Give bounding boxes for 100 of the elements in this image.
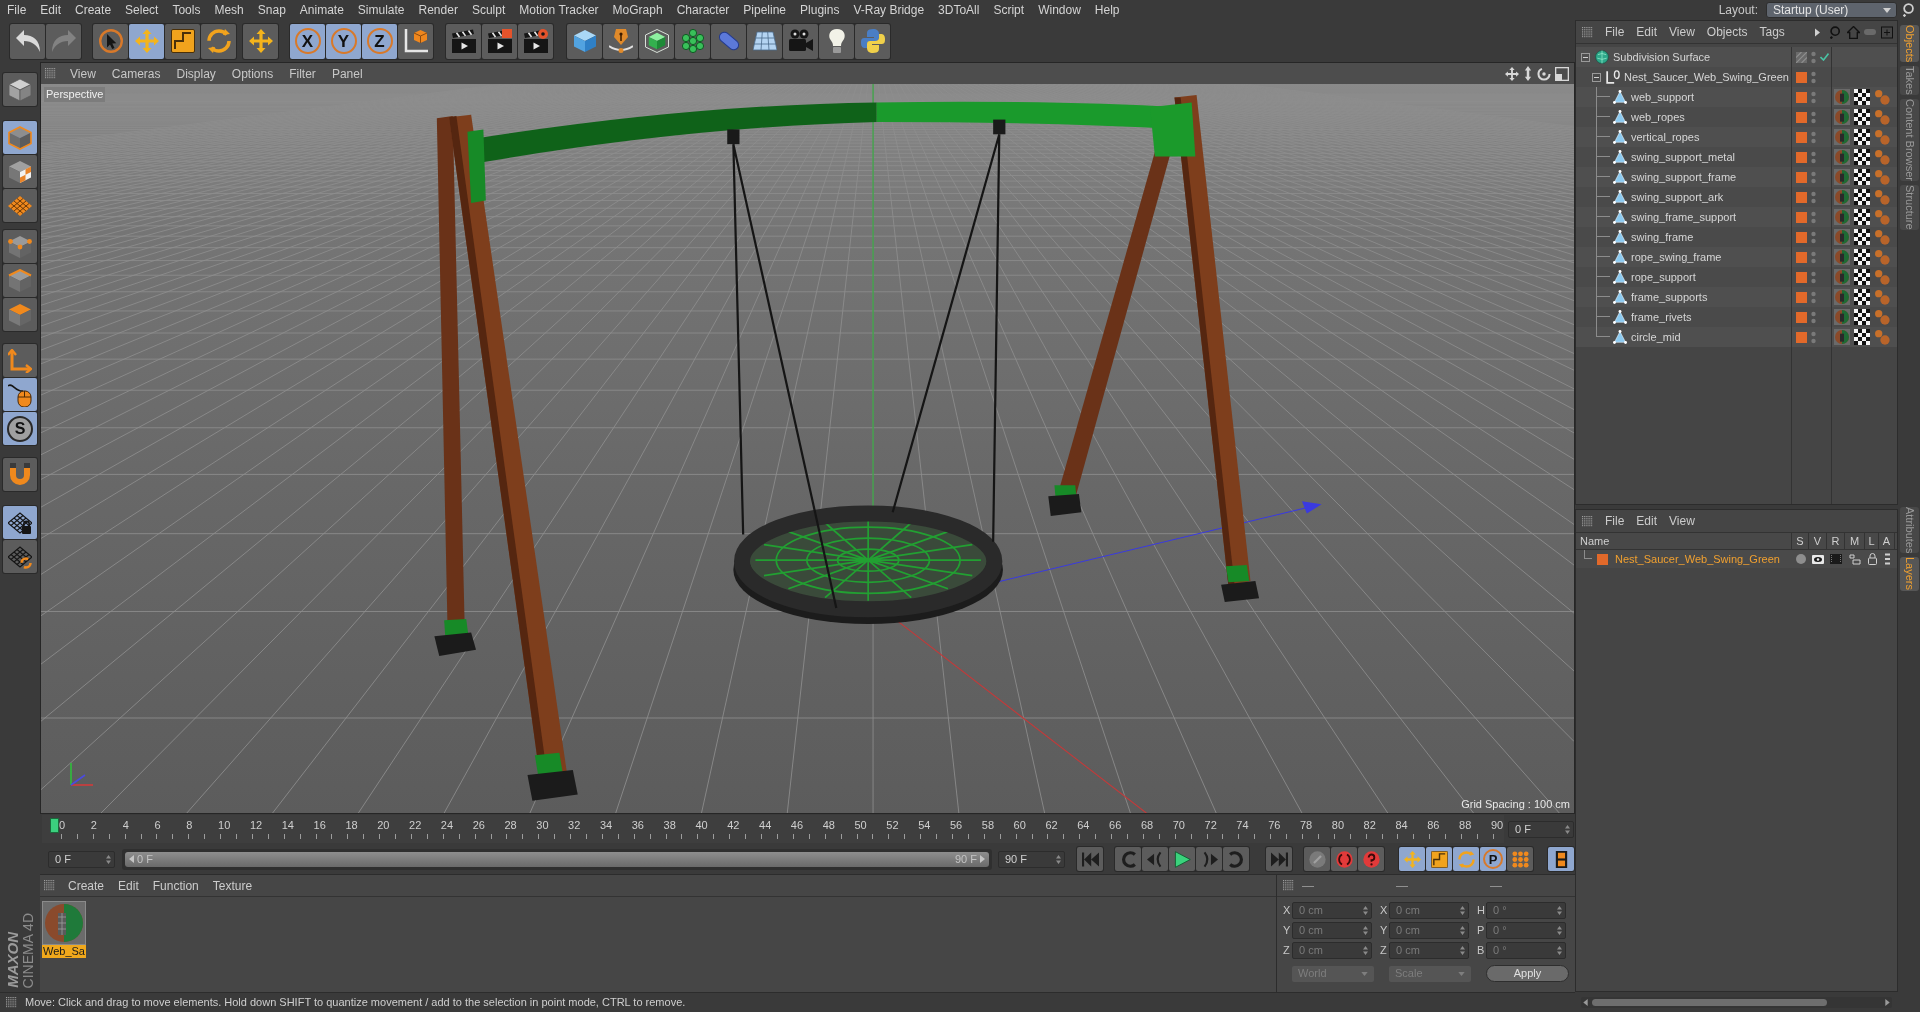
menu-item[interactable]: Filter — [281, 67, 324, 80]
cube-button[interactable] — [567, 23, 602, 59]
axis-mode-button[interactable] — [3, 344, 37, 377]
checker-tag-icon[interactable] — [1854, 169, 1870, 185]
light-button[interactable] — [819, 23, 854, 59]
menu-item[interactable]: File — [0, 1, 34, 19]
checker-tag-icon[interactable] — [1854, 229, 1870, 245]
side-tab[interactable]: Content Browser — [1899, 99, 1919, 181]
linked-boxes-icon[interactable] — [1849, 553, 1861, 565]
menu-item[interactable]: Texture — [205, 879, 260, 892]
edges-button[interactable] — [3, 264, 37, 297]
lock-workplane-button[interactable] — [3, 506, 37, 539]
collapse-box-icon[interactable] — [1581, 52, 1590, 62]
dots-tag-icon[interactable] — [1874, 129, 1890, 145]
deformer-button[interactable] — [711, 23, 746, 59]
dots-tag-icon[interactable] — [1874, 309, 1890, 325]
column-header[interactable]: A — [1879, 533, 1895, 549]
object-name[interactable]: circle_mid — [1631, 331, 1681, 343]
move-arrows-icon[interactable] — [1505, 66, 1519, 81]
menu-item[interactable]: View — [1663, 515, 1701, 527]
layer-color-icon[interactable] — [1796, 191, 1807, 203]
play-button[interactable] — [1169, 847, 1195, 871]
stacked-bars-icon[interactable] — [1884, 553, 1890, 565]
checker-tag-icon[interactable] — [1854, 209, 1870, 225]
new-window-icon[interactable] — [1881, 25, 1893, 39]
snap-button[interactable] — [3, 458, 37, 491]
caret-right-icon[interactable] — [1885, 998, 1890, 1006]
tweak-button[interactable] — [3, 378, 37, 411]
3d-viewport[interactable]: Perspective Grid Spacing : 100 cm — [41, 84, 1574, 813]
menu-item[interactable]: Cameras — [103, 67, 169, 80]
object-row[interactable]: rope_support — [1576, 267, 1897, 287]
menu-item[interactable]: Tools — [165, 1, 208, 19]
dots-tag-icon[interactable] — [1874, 329, 1890, 345]
axis-button[interactable]: X — [290, 23, 325, 59]
dots-tag-icon[interactable] — [1874, 229, 1890, 245]
object-name[interactable]: Nest_Saucer_Web_Swing_Green — [1624, 71, 1789, 83]
timeline-button[interactable] — [1548, 847, 1574, 871]
menu-item[interactable]: Select — [118, 1, 166, 19]
horizontal-scrollbar[interactable] — [1581, 996, 1892, 1008]
menu-item[interactable]: Edit — [1630, 26, 1664, 38]
key-points-button[interactable] — [1507, 847, 1533, 871]
object-name[interactable]: swing_support_frame — [1631, 171, 1737, 183]
menu-item[interactable]: Render — [411, 1, 465, 19]
menu-item[interactable]: 3DToAll — [931, 1, 987, 19]
points-button[interactable] — [3, 230, 37, 263]
check-icon[interactable] — [1820, 53, 1829, 61]
menu-item[interactable]: V-Ray Bridge — [846, 1, 932, 19]
menu-item[interactable]: View — [62, 67, 104, 80]
object-name[interactable]: frame_supports — [1631, 291, 1708, 303]
axis-button[interactable]: Z — [362, 23, 397, 59]
stacked-dots-icon[interactable] — [1811, 190, 1816, 204]
stacked-dots-icon[interactable] — [1811, 50, 1816, 64]
menu-item[interactable]: Mesh — [207, 1, 251, 19]
key-parameter-button[interactable]: P — [1480, 847, 1506, 871]
collapse-box-icon[interactable] — [1592, 72, 1601, 82]
layout-dropdown[interactable]: Startup (User) — [1766, 2, 1897, 18]
hatched-square-icon[interactable] — [1796, 51, 1807, 63]
object-name[interactable]: swing_frame — [1631, 231, 1694, 243]
live-select-button[interactable] — [93, 23, 128, 59]
stacked-dots-icon[interactable] — [1811, 130, 1816, 144]
dots-tag-icon[interactable] — [1874, 289, 1890, 305]
stacked-dots-icon[interactable] — [1811, 210, 1816, 224]
playhead[interactable] — [50, 818, 59, 833]
model-button[interactable] — [3, 121, 37, 154]
layer-color-icon[interactable] — [1796, 311, 1807, 323]
end-frame-field[interactable]: 90 F — [998, 850, 1065, 868]
object-name[interactable]: web_support — [1631, 91, 1694, 103]
menu-item[interactable]: Motion Tracker — [512, 1, 606, 19]
menu-item[interactable]: Sculpt — [464, 1, 513, 19]
make-editable-button[interactable] — [3, 73, 37, 106]
menu-item[interactable]: Plugins — [793, 1, 847, 19]
object-row[interactable]: swing_support_ark — [1576, 187, 1897, 207]
object-row[interactable]: frame_supports — [1576, 287, 1897, 307]
object-row[interactable]: swing_support_metal — [1576, 147, 1897, 167]
checker-tag-icon[interactable] — [1854, 269, 1870, 285]
menu-item[interactable]: MoGraph — [605, 1, 670, 19]
render-to-viewer-button[interactable] — [482, 23, 517, 59]
material-name[interactable]: Web_Sa — [42, 945, 86, 958]
key-scale-button[interactable] — [1426, 847, 1452, 871]
rotate-button[interactable] — [201, 23, 236, 59]
object-name[interactable]: frame_rivets — [1631, 311, 1692, 323]
stacked-dots-icon[interactable] — [1811, 310, 1816, 324]
menu-item[interactable]: Options — [223, 67, 282, 80]
coordinate-system-button[interactable] — [398, 23, 433, 59]
go-to-end-button[interactable] — [1266, 847, 1292, 871]
menu-item[interactable]: Edit — [1630, 515, 1664, 527]
dots-tag-icon[interactable] — [1874, 169, 1890, 185]
checker-tag-icon[interactable] — [1854, 189, 1870, 205]
stacked-dots-icon[interactable] — [1811, 70, 1816, 84]
stacked-dots-icon[interactable] — [1811, 110, 1816, 124]
checker-tag-icon[interactable] — [1854, 249, 1870, 265]
layer-color-icon[interactable] — [1796, 211, 1807, 223]
object-row[interactable]: frame_rivets — [1576, 307, 1897, 327]
layer-color-icon[interactable] — [1796, 231, 1807, 243]
stacked-dots-icon[interactable] — [1811, 230, 1816, 244]
object-row[interactable]: web_support — [1576, 87, 1897, 107]
workplane-button[interactable] — [3, 189, 37, 222]
checker-tag-icon[interactable] — [1854, 109, 1870, 125]
object-row[interactable]: web_ropes — [1576, 107, 1897, 127]
layer-color-icon[interactable] — [1796, 91, 1807, 103]
